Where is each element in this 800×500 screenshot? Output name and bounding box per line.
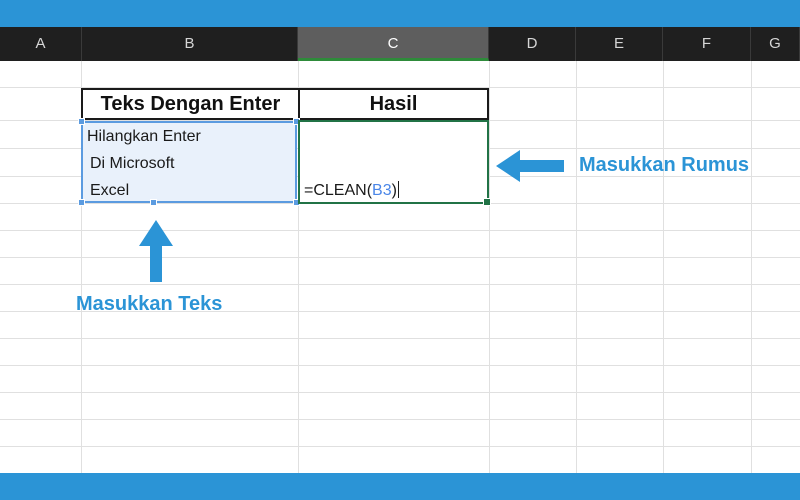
grid-line xyxy=(0,446,800,447)
grid-line xyxy=(489,61,490,473)
selection-handle[interactable] xyxy=(78,118,85,125)
grid-line xyxy=(0,338,800,339)
selection-handle[interactable] xyxy=(78,199,85,206)
column-header-g[interactable]: G xyxy=(751,27,800,61)
column-header-a[interactable]: A xyxy=(0,27,82,61)
column-header-b[interactable]: B xyxy=(82,27,298,61)
column-header-d[interactable]: D xyxy=(489,27,576,61)
grid-line xyxy=(0,392,800,393)
formula-prefix: =CLEAN( xyxy=(304,182,373,199)
cell-c2-header[interactable]: Hasil xyxy=(298,88,489,120)
grid-line xyxy=(751,61,752,473)
grid-line xyxy=(0,284,800,285)
formula-text[interactable]: =CLEAN(B3) xyxy=(304,181,399,200)
text-cursor xyxy=(397,181,399,198)
grid-line xyxy=(663,61,664,473)
column-header-e[interactable]: E xyxy=(576,27,663,61)
grid-line xyxy=(0,230,800,231)
column-header-f[interactable]: F xyxy=(663,27,751,61)
cell-c3-active-formula[interactable]: =CLEAN(B3) xyxy=(298,120,491,206)
grid-line xyxy=(0,365,800,366)
grid-line xyxy=(0,257,800,258)
text-line-1: Hilangkan Enter xyxy=(87,128,201,145)
grid-line xyxy=(576,61,577,473)
top-frame-bar xyxy=(0,0,800,27)
arrow-left-icon xyxy=(496,150,564,182)
cell-b3-text-selection[interactable]: Hilangkan Enter Di Microsoft Excel xyxy=(78,118,300,206)
text-line-3: Excel xyxy=(90,182,130,199)
arrow-up-icon xyxy=(139,220,173,282)
formula-reference: B3 xyxy=(372,182,392,199)
text-line-2: Di Microsoft xyxy=(90,155,175,172)
selection-handle[interactable] xyxy=(150,199,157,206)
fill-handle[interactable] xyxy=(483,198,491,206)
grid-line xyxy=(0,419,800,420)
formula-suffix: ) xyxy=(391,182,397,199)
bottom-frame-bar xyxy=(0,473,800,500)
cell-b2-header[interactable]: Teks Dengan Enter xyxy=(81,88,300,120)
column-header-c[interactable]: C xyxy=(298,27,489,61)
column-header-bar: A B C D E F G xyxy=(0,27,800,61)
annotation-masukkan-teks: Masukkan Teks xyxy=(76,293,223,315)
annotation-masukkan-rumus: Masukkan Rumus xyxy=(579,154,750,176)
